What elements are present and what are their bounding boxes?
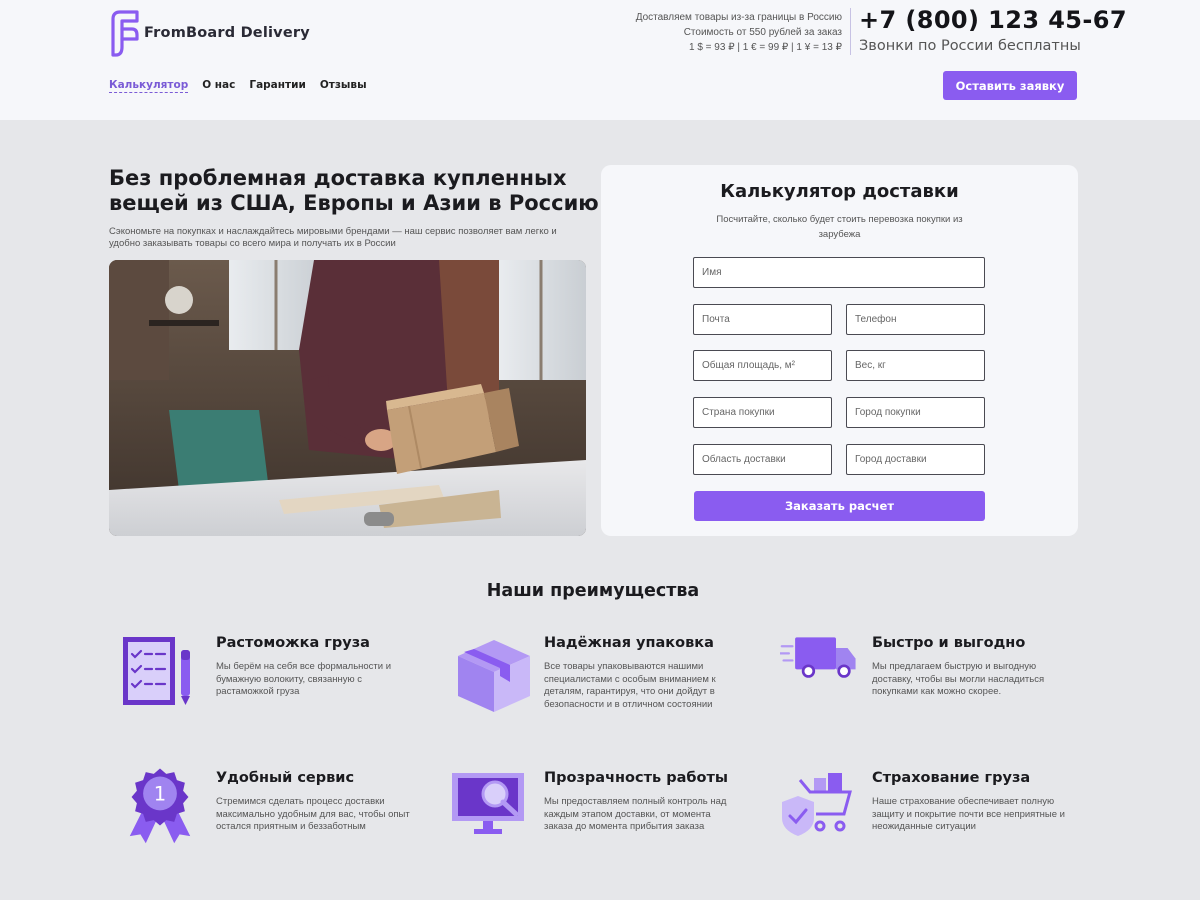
advantage-title-customs: Растоможка груза [216,635,370,651]
advantage-text-service: Стремимся сделать процесс доставки макси… [216,796,410,832]
header-info: Доставляем товары из-за границы в Россию… [636,10,842,55]
weight-field[interactable] [846,350,985,381]
advantage-title-transparency: Прозрачность работы [544,770,728,786]
purchase-country-field[interactable] [693,397,832,428]
phone-field[interactable] [846,304,985,335]
name-field[interactable] [693,257,985,288]
hero-title: Без проблемная доставка купленных вещей … [109,166,599,215]
info-line-shipping: Доставляем товары из-за границы в Россию [635,12,842,23]
svg-text:1: 1 [154,783,166,806]
header-divider [850,8,851,55]
calculator-subtitle: Посчитайте, сколько будет стоить перевоз… [716,214,963,240]
advantage-text-transparency: Мы предоставляем полный контроль над каж… [544,796,727,832]
delivery-city-field[interactable] [846,444,985,475]
leave-request-button[interactable]: Оставить заявку [943,71,1077,100]
brand-name: FromBoard Delivery [144,25,310,41]
site-header: FromBoard Delivery Доставляем товары из-… [0,0,1200,120]
area-field[interactable] [693,350,832,381]
advantage-text-fast: Мы предлагаем быструю и выгодную доставк… [872,661,1045,697]
shield-cart-icon [782,773,852,836]
order-calculation-button[interactable]: Заказать расчет [694,491,985,521]
info-line-price: Стоимость от 550 рублей за заказ [683,27,842,38]
advantage-text-packaging: Все товары упаковываются нашими специали… [544,661,716,710]
truck-icon [780,637,856,678]
nav-item-guarantees[interactable]: Гарантии [249,79,305,93]
monitor-search-icon [452,773,524,834]
advantage-text-customs: Мы берём на себя все формальности и бума… [216,661,392,697]
calculator-title: Калькулятор доставки [720,181,959,202]
phone-note: Звонки по России бесплатны [859,38,1081,54]
advantage-title-fast: Быстро и выгодно [872,635,1026,651]
nav-item-reviews[interactable]: Отзывы [320,79,367,93]
purchase-city-field[interactable] [846,397,985,428]
delivery-region-field[interactable] [693,444,832,475]
packing-box-photo [109,260,586,536]
hero-subtitle: Сэкономьте на покупках и наслаждайтесь м… [109,226,557,249]
advantage-title-packaging: Надёжная упаковка [544,635,714,651]
phone-number[interactable]: +7 (800) 123 45-67 [859,6,1127,34]
advantage-title-insurance: Страхование груза [872,770,1031,786]
advantages-heading: Наши преимущества [486,581,700,601]
box-icon [458,640,530,712]
hero-photo [109,260,586,536]
advantage-title-service: Удобный сервис [216,770,355,786]
delivery-calculator: Калькулятор доставки Посчитайте, сколько… [601,165,1078,536]
medal-icon: 1 [129,768,191,844]
email-field[interactable] [693,304,832,335]
nav-item-about[interactable]: О нас [202,79,235,93]
main-nav: Калькулятор О нас Гарантии Отзывы [109,79,367,93]
checklist-icon [123,637,190,705]
advantage-text-insurance: Наше страхование обеспечивает полную защ… [872,796,1065,832]
logo[interactable]: FromBoard Delivery [108,9,310,57]
nav-item-calculator[interactable]: Калькулятор [109,79,189,93]
logo-icon [111,10,139,57]
info-line-rates: 1 $ = 93 ₽ | 1 € = 99 ₽ | 1 ¥ = 13 ₽ [689,42,842,53]
